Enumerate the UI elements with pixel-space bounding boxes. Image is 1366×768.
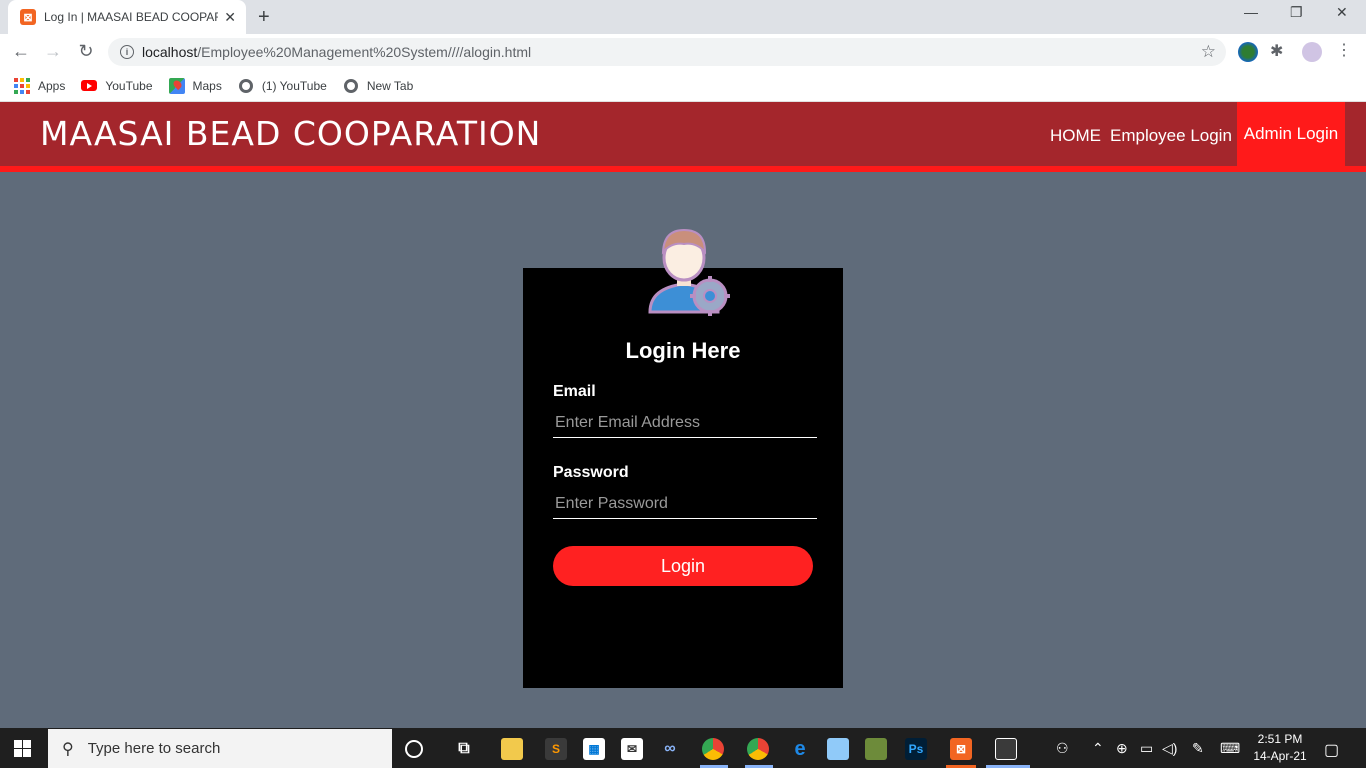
battery-icon[interactable]: ▭ xyxy=(1140,740,1153,757)
menu-kebab-icon[interactable]: ⋮ xyxy=(1336,40,1356,60)
bookmark-youtube[interactable]: YouTube xyxy=(81,78,153,94)
minimize-icon[interactable]: — xyxy=(1244,4,1258,20)
windows-start-icon[interactable] xyxy=(14,740,31,757)
site-brand[interactable]: MAASAI BEAD COOPARATION xyxy=(40,114,541,153)
globe-icon xyxy=(238,78,254,94)
back-icon[interactable]: ← xyxy=(10,41,32,62)
notifications-icon[interactable]: ▢ xyxy=(1324,740,1339,760)
url-text[interactable]: localhost/Employee%20Management%20System… xyxy=(142,44,531,60)
pen-icon[interactable]: ✎ xyxy=(1192,740,1204,757)
login-title: Login Here xyxy=(625,338,741,363)
volume-icon[interactable]: ◁) xyxy=(1162,740,1177,757)
chrome-icon[interactable] xyxy=(702,738,724,760)
cortana-icon[interactable] xyxy=(405,740,423,758)
new-tab-icon[interactable]: + xyxy=(258,6,270,29)
close-window-icon[interactable]: ✕ xyxy=(1336,4,1348,21)
bookmarks-bar: Apps YouTube Maps (1) YouTube New Tab xyxy=(0,70,1366,102)
nav-home[interactable]: HOME xyxy=(1050,126,1101,146)
bookmark-apps[interactable]: Apps xyxy=(14,77,65,94)
people-icon[interactable]: ⚇ xyxy=(1056,740,1069,757)
chevron-up-icon[interactable]: ⌃ xyxy=(1092,740,1104,757)
globe-icon xyxy=(343,78,359,94)
apps-grid-icon xyxy=(14,77,30,94)
info-icon[interactable]: i xyxy=(120,45,134,59)
youtube-icon xyxy=(81,78,98,94)
bookmark-youtube-notifications[interactable]: (1) YouTube xyxy=(238,78,327,94)
email-field[interactable] xyxy=(553,408,817,438)
app-icon[interactable] xyxy=(865,738,887,760)
reload-icon[interactable]: ↻ xyxy=(75,41,97,62)
maps-icon xyxy=(168,77,185,94)
browser-tab[interactable]: ⊠ Log In | MAASAI BEAD COOPARATION ✕ xyxy=(8,0,246,34)
browser-toolbar: ← → ↻ i localhost/Employee%20Management%… xyxy=(0,34,1366,70)
photoshop-icon[interactable]: Ps xyxy=(905,738,927,760)
profile-avatar[interactable] xyxy=(1302,42,1322,62)
bookmark-new-tab[interactable]: New Tab xyxy=(343,78,413,94)
task-view-icon[interactable]: ⧉ xyxy=(453,738,475,760)
nav-employee-login[interactable]: Employee Login xyxy=(1110,126,1232,146)
tab-title: Log In | MAASAI BEAD COOPARATION xyxy=(44,10,218,24)
browser-tabstrip: ⊠ Log In | MAASAI BEAD COOPARATION ✕ + —… xyxy=(0,0,1366,34)
store-icon[interactable]: ▦ xyxy=(583,738,605,760)
mail-icon[interactable]: ✉ xyxy=(621,738,643,760)
nav-admin-login[interactable]: Admin Login xyxy=(1237,102,1345,166)
email-label: Email xyxy=(553,383,596,400)
infinity-app-icon[interactable]: ∞ xyxy=(659,738,681,760)
edge-icon[interactable]: e xyxy=(789,738,811,760)
network-icon[interactable]: ⊕ xyxy=(1116,740,1128,757)
restore-icon[interactable]: ❐ xyxy=(1290,4,1303,21)
taskbar-clock[interactable]: 2:51 PM 14-Apr-21 xyxy=(1248,731,1312,765)
forward-icon[interactable]: → xyxy=(42,41,64,62)
chrome-profile-icon[interactable] xyxy=(747,738,769,760)
keyboard-icon[interactable]: ⌨ xyxy=(1220,740,1240,757)
taskbar-search[interactable]: ⚲ Type here to search xyxy=(48,729,392,768)
extension-globe-icon[interactable] xyxy=(1238,42,1258,62)
admin-user-icon xyxy=(648,228,730,316)
header-accent-line xyxy=(0,166,1366,172)
address-bar[interactable]: i localhost/Employee%20Management%20Syst… xyxy=(108,38,1226,66)
login-button[interactable]: Login xyxy=(553,546,813,586)
extensions-puzzle-icon[interactable]: ✱ xyxy=(1270,41,1290,61)
xampp-icon: ⊠ xyxy=(20,9,36,25)
xampp-icon[interactable]: ⊠ xyxy=(950,738,972,760)
password-label: Password xyxy=(553,464,629,481)
close-tab-icon[interactable]: ✕ xyxy=(224,9,236,26)
snipping-tool-icon[interactable] xyxy=(995,738,1017,760)
bookmark-star-icon[interactable]: ☆ xyxy=(1201,42,1216,62)
password-field[interactable] xyxy=(553,489,817,519)
file-explorer-icon[interactable] xyxy=(501,738,523,760)
3d-viewer-icon[interactable] xyxy=(827,738,849,760)
sublime-text-icon[interactable]: S xyxy=(545,738,567,760)
search-icon: ⚲ xyxy=(62,740,74,758)
bookmark-maps[interactable]: Maps xyxy=(168,77,222,94)
